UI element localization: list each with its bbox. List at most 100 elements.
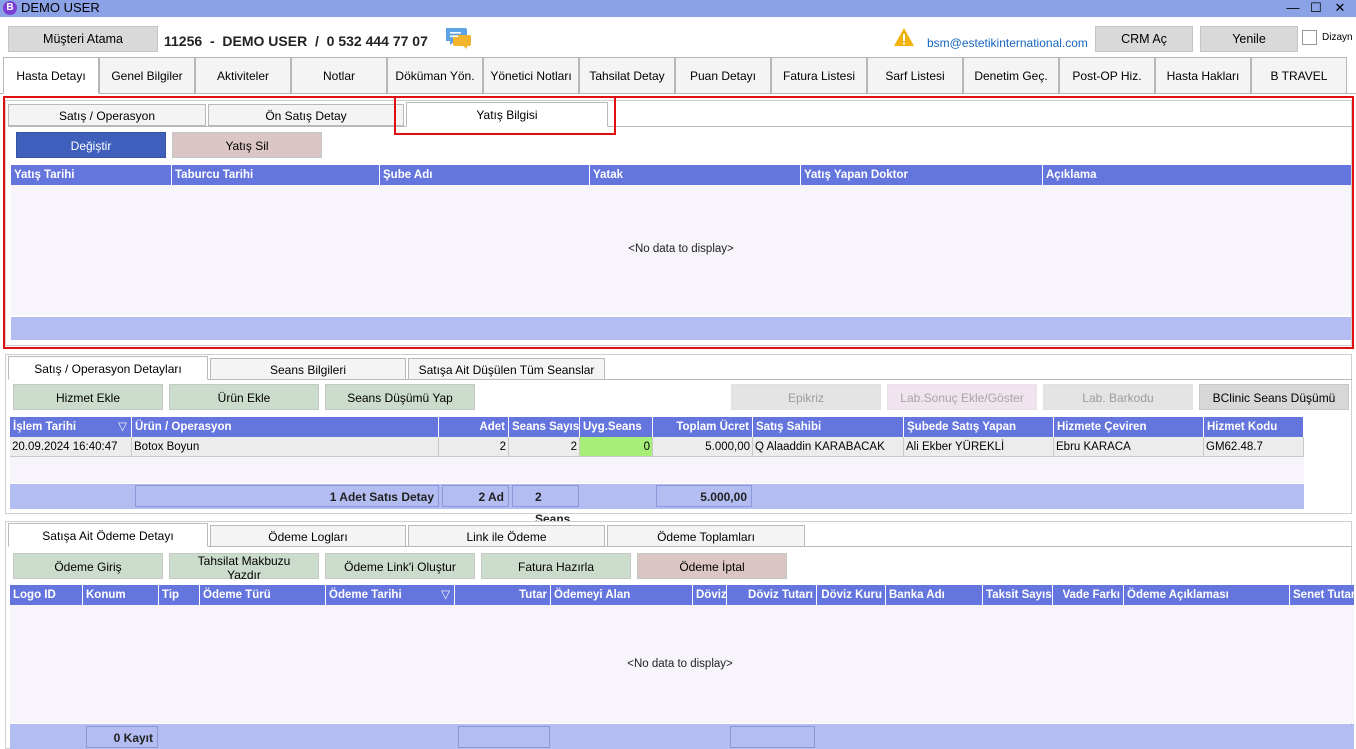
tab-fatura-listesi[interactable]: Fatura Listesi [771, 57, 867, 94]
summary-sessions: 2 Seans [512, 485, 579, 526]
tab-yonetici-notlari[interactable]: Yönetici Notları [483, 57, 579, 94]
sales-grid-header: İşlem Tarihi ▽ Ürün / Operasyon Adet Sean… [10, 417, 1304, 437]
separator: - [209, 33, 215, 49]
highlight-box [3, 96, 1354, 349]
footer-total-tutar [458, 726, 550, 748]
minimize-button[interactable]: — [1282, 0, 1304, 16]
col-senet-tutari[interactable]: Senet Tutarı [1290, 585, 1354, 605]
col-doviz-tutari[interactable]: Döviz Tutarı [727, 585, 817, 605]
col-adet[interactable]: Adet [439, 417, 509, 437]
epicrisis-button[interactable]: Epikriz [731, 384, 881, 410]
warning-icon [894, 28, 914, 46]
layout-checkbox-label: Dizayn [1322, 32, 1353, 43]
sales-grid-footer: 1 Adet Satıs Detay 2 Ad 2 Seans 5.000,00 [10, 484, 1304, 526]
table-row[interactable]: 20.09.2024 16:40:47 Botox Boyun 2 2 0 5.… [10, 437, 1304, 457]
col-taksit-sayisi[interactable]: Taksit Sayısı [983, 585, 1053, 605]
empty-grid-message: <No data to display> [627, 658, 733, 670]
cell-seller: Q Alaaddin KARABACAK [753, 437, 904, 457]
col-odeme-tarihi[interactable]: Ödeme Tarihi ▽ [326, 585, 455, 605]
col-odeme-aciklamasi[interactable]: Ödeme Açıklaması [1124, 585, 1290, 605]
customer-assign-button[interactable]: Müşteri Atama [8, 26, 158, 52]
col-islem-tarihi[interactable]: İşlem Tarihi ▽ [10, 417, 132, 437]
cell-qty: 2 [439, 437, 509, 457]
tab-satis-operasyon-detaylari[interactable]: Satış / Operasyon Detayları [8, 356, 208, 380]
tab-dokuman-yon[interactable]: Döküman Yön. [387, 57, 483, 94]
crm-open-button[interactable]: CRM Aç [1095, 26, 1193, 52]
filter-icon[interactable]: ▽ [441, 585, 450, 605]
app-logo-icon: B [3, 1, 17, 15]
col-toplam-ucret[interactable]: Toplam Ücret [653, 417, 753, 437]
cell-applied-sessions[interactable]: 0 [580, 437, 653, 457]
receipt-label-line1: Tahsilat Makbuzu [197, 554, 291, 568]
col-vade-farki[interactable]: Vade Farkı [1053, 585, 1124, 605]
maximize-button[interactable]: ☐ [1305, 0, 1327, 16]
col-odeme-turu[interactable]: Ödeme Türü [200, 585, 326, 605]
record-count: 0 Kayıt [86, 726, 158, 748]
footer-total-doviz [730, 726, 815, 748]
tab-hasta-haklari[interactable]: Hasta Hakları [1155, 57, 1251, 94]
filter-icon[interactable]: ▽ [118, 417, 127, 437]
print-receipt-button[interactable]: Tahsilat Makbuzu Yazdır [169, 553, 319, 582]
tab-seans-bilgileri[interactable]: Seans Bilgileri [210, 358, 406, 380]
tab-post-op-hiz[interactable]: Post-OP Hiz. [1059, 57, 1155, 94]
email-link[interactable]: bsm@estetikinternational.com [927, 36, 1088, 50]
col-doviz-kuru[interactable]: Döviz Kuru [817, 585, 886, 605]
chat-bubbles-icon[interactable] [446, 26, 472, 50]
lab-barcode-button[interactable]: Lab. Barkodu [1043, 384, 1193, 410]
patient-name: DEMO USER [222, 33, 308, 49]
col-hizmet-kodu[interactable]: Hizmet Kodu [1204, 417, 1304, 437]
layout-checkbox[interactable] [1302, 30, 1317, 45]
bclinic-session-button[interactable]: BClinic Seans Düşümü [1199, 384, 1349, 410]
col-hizmete-ceviren[interactable]: Hizmete Çeviren [1054, 417, 1204, 437]
summary-sales-count: 1 Adet Satıs Detay [135, 485, 439, 507]
prepare-invoice-button[interactable]: Fatura Hazırla [481, 553, 631, 579]
tab-sarf-listesi[interactable]: Sarf Listesi [867, 57, 963, 94]
col-doviz[interactable]: Döviz [693, 585, 727, 605]
tab-notlar[interactable]: Notlar [291, 57, 387, 94]
cell-total: 5.000,00 [653, 437, 753, 457]
col-satis-sahibi[interactable]: Satış Sahibi [753, 417, 904, 437]
patient-id: 11256 [164, 33, 203, 49]
tab-dusulen-seanslar[interactable]: Satışa Ait Düşülen Tüm Seanslar [408, 358, 605, 380]
col-konum[interactable]: Konum [83, 585, 159, 605]
cell-code: GM62.48.7 [1204, 437, 1304, 457]
lab-result-button[interactable]: Lab.Sonuç Ekle/Göster [887, 384, 1037, 410]
col-uyg-seans[interactable]: Uyg.Seans [580, 417, 653, 437]
close-button[interactable]: ✕ [1329, 0, 1351, 16]
col-tutar[interactable]: Tutar [455, 585, 551, 605]
tab-link-ile-odeme[interactable]: Link ile Ödeme [408, 525, 605, 547]
session-deduct-button[interactable]: Seans Düşümü Yap [325, 384, 475, 410]
tab-denetim-gec[interactable]: Denetim Geç. [963, 57, 1059, 94]
summary-total: 5.000,00 [656, 485, 752, 507]
col-banka-adi[interactable]: Banka Adı [886, 585, 983, 605]
receipt-label-line2: Yazdır [227, 568, 261, 582]
tab-odeme-loglari[interactable]: Ödeme Logları [210, 525, 406, 547]
title-bar [0, 0, 1356, 17]
payment-grid-footer: 0 Kayıt [10, 724, 1354, 749]
tab-tahsilat-detay[interactable]: Tahsilat Detay [579, 57, 675, 94]
cancel-payment-button[interactable]: Ödeme İptal [637, 553, 787, 579]
tab-odeme-detayi[interactable]: Satışa Ait Ödeme Detayı [8, 523, 208, 547]
col-subede-satis-yapan[interactable]: Şubede Satış Yapan [904, 417, 1054, 437]
patient-info: 11256 - DEMO USER / 0 532 444 77 07 [164, 33, 428, 49]
create-payment-link-button[interactable]: Ödeme Link'i Oluştur [325, 553, 475, 579]
add-product-button[interactable]: Ürün Ekle [169, 384, 319, 410]
col-odemeyi-alan[interactable]: Ödemeyi Alan [551, 585, 693, 605]
cell-branch-seller: Ali Ekber YÜREKLİ [904, 437, 1054, 457]
cell-date: 20.09.2024 16:40:47 [10, 437, 132, 457]
tab-b-travel[interactable]: B TRAVEL [1251, 57, 1347, 94]
tab-hasta-detayi[interactable]: Hasta Detayı [3, 57, 99, 94]
payment-entry-button[interactable]: Ödeme Giriş [13, 553, 163, 579]
refresh-button[interactable]: Yenile [1200, 26, 1298, 52]
tab-genel-bilgiler[interactable]: Genel Bilgiler [99, 57, 195, 94]
add-service-button[interactable]: Hizmet Ekle [13, 384, 163, 410]
col-seans-sayisi[interactable]: Seans Sayısı [509, 417, 580, 437]
col-tip[interactable]: Tip [159, 585, 200, 605]
tab-puan-detayi[interactable]: Puan Detayı [675, 57, 771, 94]
patient-phone: 0 532 444 77 07 [326, 33, 428, 49]
tab-odeme-toplamlari[interactable]: Ödeme Toplamları [607, 525, 805, 547]
tab-aktiviteler[interactable]: Aktiviteler [195, 57, 291, 94]
cell-sessions: 2 [509, 437, 580, 457]
col-logo-id[interactable]: Logo ID [10, 585, 83, 605]
col-urun-operasyon[interactable]: Ürün / Operasyon [132, 417, 439, 437]
